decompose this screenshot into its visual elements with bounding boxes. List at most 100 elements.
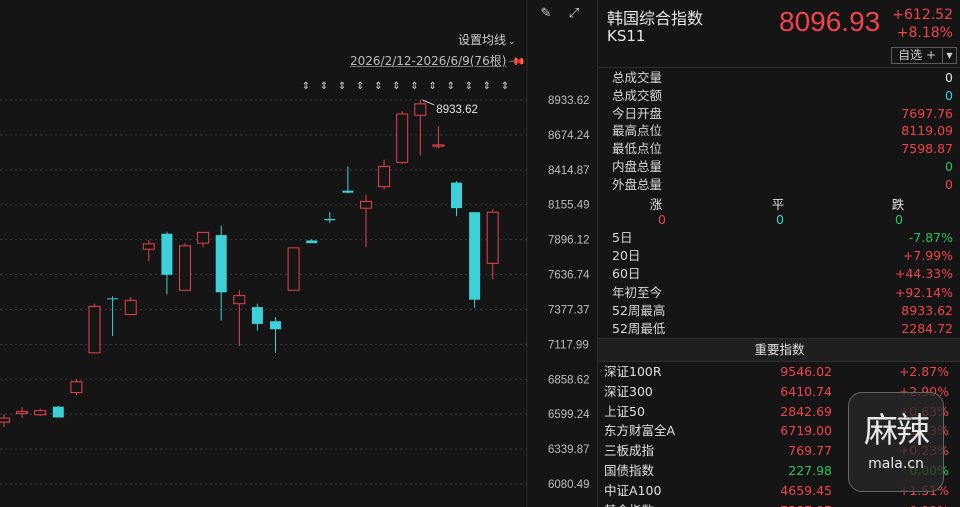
- candle-body: [0, 417, 10, 423]
- event-marker-icon[interactable]: ⇕: [447, 81, 455, 92]
- period-value: +92.14%: [894, 284, 953, 300]
- candle[interactable]: [0, 414, 10, 427]
- candle[interactable]: [486, 209, 499, 280]
- stat-row: 最低点位 7598.87: [606, 140, 953, 158]
- stat-value: 0: [945, 87, 953, 103]
- period-value: +7.99%: [902, 248, 953, 264]
- candle[interactable]: [451, 181, 462, 217]
- candle-body: [161, 233, 173, 275]
- candle[interactable]: [179, 243, 191, 291]
- candle[interactable]: [215, 225, 227, 321]
- candle[interactable]: [107, 296, 119, 337]
- candle-body: [396, 113, 409, 163]
- y-tick-label: 8674.24: [548, 130, 590, 142]
- candle-body: [287, 247, 300, 291]
- event-marker-icon[interactable]: ⇕: [410, 81, 418, 92]
- candle[interactable]: [360, 194, 372, 248]
- event-marker-icon[interactable]: ⇕: [465, 81, 473, 92]
- down-label: 跌: [891, 197, 905, 212]
- period-row: 60日 +44.33%: [606, 265, 953, 283]
- event-marker-icon[interactable]: ⇕: [338, 81, 346, 92]
- up-label: 涨: [649, 197, 663, 212]
- candle[interactable]: [16, 407, 29, 419]
- y-tick-label: 6339.87: [548, 444, 590, 456]
- kline-chart[interactable]: 8933.62 8674.24 8414.87 8155.49 7896.12 7636.…: [0, 0, 596, 507]
- candle[interactable]: [378, 159, 391, 190]
- index-name: 韩国综合指数: [607, 9, 704, 28]
- down-count: 0: [895, 212, 903, 227]
- candle-body: [197, 231, 210, 244]
- index-row[interactable]: 基金指数 7287.07 +0.99%: [598, 501, 960, 507]
- candle[interactable]: [396, 111, 409, 164]
- period-row: 20日 +7.99%: [606, 247, 953, 265]
- up-count: 0: [658, 212, 666, 227]
- event-marker-icon[interactable]: ⇕: [320, 81, 328, 92]
- index-row-price: 7287.07: [780, 501, 832, 507]
- event-marker-icon[interactable]: ⇕: [483, 81, 491, 92]
- expand-icon[interactable]: ⤢: [566, 6, 582, 22]
- candle-body: [142, 243, 155, 250]
- event-marker-icon[interactable]: ⇕: [392, 81, 400, 92]
- candle[interactable]: [469, 212, 481, 308]
- period-label: 年初至今: [612, 284, 663, 300]
- date-range[interactable]: 2026/2/12-2026/6/9(76根)📌: [350, 52, 527, 71]
- candle[interactable]: [414, 99, 427, 156]
- candle-body: [324, 218, 336, 221]
- stat-row: 最高点位 8119.09: [606, 122, 953, 140]
- event-marker-icon[interactable]: ⇕: [356, 81, 364, 92]
- pin-icon[interactable]: 📌: [508, 52, 527, 71]
- stat-row: 内盘总量 0: [606, 158, 953, 176]
- candle[interactable]: [70, 379, 83, 396]
- watermark-logo-cn: 麻辣: [864, 411, 930, 451]
- event-marker-icon[interactable]: ⇕: [374, 81, 382, 92]
- favorite-label: 自选 +: [898, 48, 936, 62]
- kline-chart-pane[interactable]: 8933.62 8674.24 8414.87 8155.49 7896.12 7636.…: [0, 0, 596, 507]
- add-favorite-button[interactable]: 自选 + ▼: [891, 47, 957, 64]
- stat-label: 总成交量: [612, 70, 663, 85]
- candle-body: [70, 381, 83, 394]
- candle[interactable]: [142, 239, 155, 262]
- event-marker-icon[interactable]: ⇕: [501, 81, 509, 92]
- candle[interactable]: [251, 303, 263, 331]
- candle-body: [52, 406, 64, 418]
- period-label: 52周最高: [612, 302, 666, 318]
- event-marker-icon[interactable]: ⇕: [302, 81, 310, 92]
- y-tick-label: 7636.74: [548, 270, 590, 282]
- candle-body: [107, 298, 119, 300]
- index-row-name: 基金指数: [604, 501, 654, 507]
- stat-value: 0: [945, 159, 953, 174]
- stat-row: 今日开盘 7697.76: [606, 105, 953, 123]
- candle-body: [360, 200, 372, 209]
- candle[interactable]: [342, 166, 354, 194]
- candle[interactable]: [270, 317, 281, 353]
- candle[interactable]: [34, 408, 47, 417]
- candle[interactable]: [52, 406, 64, 418]
- candle[interactable]: [432, 126, 445, 149]
- index-row[interactable]: 深证100R 9546.02 +2.87%: [598, 362, 960, 382]
- index-row-price: 2842.69: [780, 403, 832, 419]
- peak-label: 8933.62: [436, 104, 478, 116]
- index-row-name: 国债指数: [604, 463, 655, 478]
- pencil-icon[interactable]: ✎: [538, 6, 554, 22]
- y-tick-label: 6858.62: [548, 374, 590, 386]
- stat-label: 最高点位: [612, 123, 663, 139]
- candle[interactable]: [88, 303, 101, 354]
- candle[interactable]: [287, 247, 300, 291]
- candle[interactable]: [124, 296, 137, 316]
- y-tick-label: 7377.37: [548, 304, 590, 316]
- percent-change: +8.18%: [896, 25, 953, 41]
- ma-setting-dropdown[interactable]: 设置均线 ⌄: [458, 31, 516, 48]
- index-row-change: +2.87%: [898, 364, 949, 379]
- candle[interactable]: [197, 231, 210, 248]
- index-row-price: 4659.45: [780, 482, 832, 498]
- index-row-change: +0.99%: [899, 501, 949, 507]
- y-tick-label: 7117.99: [548, 339, 589, 351]
- triangle-down-icon[interactable]: ▼: [942, 48, 956, 63]
- period-label: 60日: [612, 266, 641, 282]
- candle[interactable]: [161, 231, 173, 295]
- candle[interactable]: [233, 290, 246, 347]
- candle-body: [16, 410, 29, 414]
- candle-body: [486, 211, 499, 264]
- event-marker-icon[interactable]: ⇕: [429, 81, 437, 92]
- candle[interactable]: [324, 212, 336, 223]
